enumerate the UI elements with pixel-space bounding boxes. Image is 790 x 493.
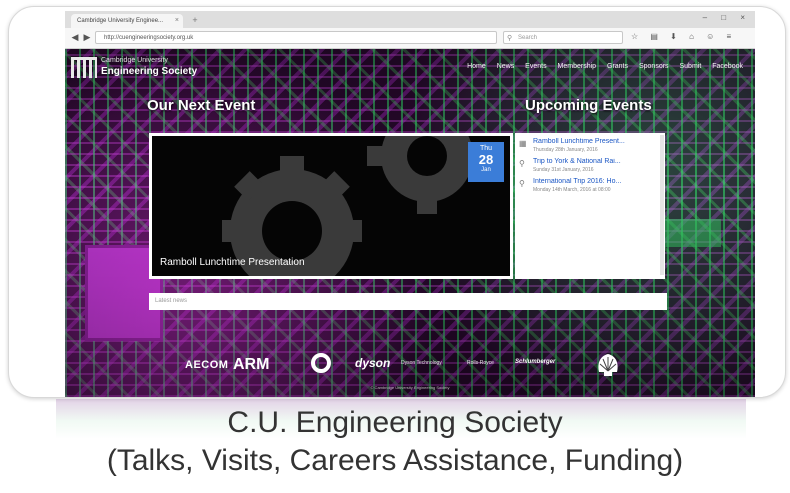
event-date-badge: Thu 28 Jan [468,142,504,182]
society-logo-icon[interactable] [71,57,97,78]
pin-icon: ⚲ [519,179,525,188]
sponsor-ring-logo-icon[interactable] [311,353,331,373]
address-bar[interactable]: http://cuengineeringsociety.org.uk [95,31,497,44]
pin-icon: ⚲ [519,159,525,168]
sponsor-aecom-logo[interactable]: AECOM [185,359,228,371]
caption-line2: (Talks, Visits, Careers Assistance, Fund… [106,444,684,477]
search-placeholder: Search [518,35,538,41]
logo-text-line2[interactable]: Engineering Society [101,66,197,77]
close-tab-icon[interactable]: × [175,14,179,28]
event-link[interactable]: Ramboll Lunchtime Present... [533,138,661,145]
gear-icon [222,136,473,276]
search-icon: ⚲ [507,35,513,42]
menu-item-home[interactable]: Home [467,63,486,70]
toolbar-icons[interactable]: ☆ ▤ ⬇ ⌂ ☺ ≡ [631,32,736,41]
upcoming-events-list: ▦ Ramboll Lunchtime Present... Thursday … [515,133,665,279]
forward-icon[interactable]: ▶ [81,31,93,44]
back-icon[interactable]: ◀ [69,31,81,44]
featured-event-title[interactable]: Ramboll Lunchtime Presentation [160,257,305,268]
logo-text-line1[interactable]: Cambridge University [101,57,168,64]
event-day: Thu [479,145,493,152]
website-viewport: Cambridge University Engineering Society… [65,49,755,397]
sponsor-dyson-logo[interactable]: dyson [355,356,390,370]
shell-icon[interactable] [595,352,621,383]
new-tab-button[interactable]: + [189,15,201,26]
menu-item-sponsors[interactable]: Sponsors [639,63,669,70]
window-controls[interactable]: – □ × [703,13,751,22]
event-date-text: Thursday 28th January, 2016 [533,147,598,153]
browser-window: Cambridge University Enginee... × + – □ … [65,11,755,397]
event-link[interactable]: Trip to York & National Rai... [533,158,661,165]
latest-news-bar[interactable]: Latest news [149,293,667,310]
menu-item-news[interactable]: News [497,63,515,70]
event-date-text: Monday 14th March, 2016 at 08:00 [533,187,611,193]
search-field[interactable]: ⚲ Search [503,31,623,44]
event-month: Jan [481,167,491,173]
event-date-text: Sunday 31st January, 2016 [533,167,594,173]
event-link[interactable]: International Trip 2016: Ho... [533,178,661,185]
sponsor-arm-logo[interactable]: ARM [233,356,269,374]
navigation-bar: ◀ ▶ http://cuengineeringsociety.org.uk ⚲… [65,28,755,49]
sponsor-schlumberger-logo[interactable]: Schlumberger [515,359,555,365]
menu-item-events[interactable]: Events [525,63,546,70]
sponsor-rolls-royce-logo[interactable]: Rolls-Royce [467,360,494,366]
events-scrollbar[interactable] [660,135,664,275]
menu-item-grants[interactable]: Grants [607,63,628,70]
menu-item-membership[interactable]: Membership [558,63,597,70]
browser-tab[interactable]: Cambridge University Enginee... × [71,14,183,28]
building-icon: ▦ [519,139,527,148]
main-menu: Home News Events Membership Grants Spons… [458,63,743,70]
caption-line1: C.U. Engineering Society [227,406,563,439]
upcoming-events-heading: Upcoming Events [525,97,652,114]
featured-event-image[interactable]: Thu 28 Jan Ramboll Lunchtime Presentatio… [152,136,510,276]
event-list-item[interactable]: ⚲ International Trip 2016: Ho... Monday … [519,178,659,202]
menu-item-facebook[interactable]: Facebook [712,63,743,70]
slide-caption: C.U. Engineering Society (Talks, Visits,… [0,404,790,480]
screenshot-card: Cambridge University Enginee... × + – □ … [8,6,786,398]
menu-item-submit[interactable]: Submit [680,63,702,70]
tab-title: Cambridge University Enginee... [77,18,164,24]
sponsor-dyson-subtitle: Dyson Technology [401,360,442,366]
sponsor-logos: AECOM ARM dyson Dyson Technology Rolls-R… [65,349,755,381]
next-event-heading: Our Next Event [147,97,256,114]
footer-copyright: © Cambridge University Engineering Socie… [370,385,450,390]
event-date: 28 [478,152,494,167]
featured-event-card[interactable]: Thu 28 Jan Ramboll Lunchtime Presentatio… [149,133,513,279]
tab-strip: Cambridge University Enginee... × + – □ … [65,11,755,28]
